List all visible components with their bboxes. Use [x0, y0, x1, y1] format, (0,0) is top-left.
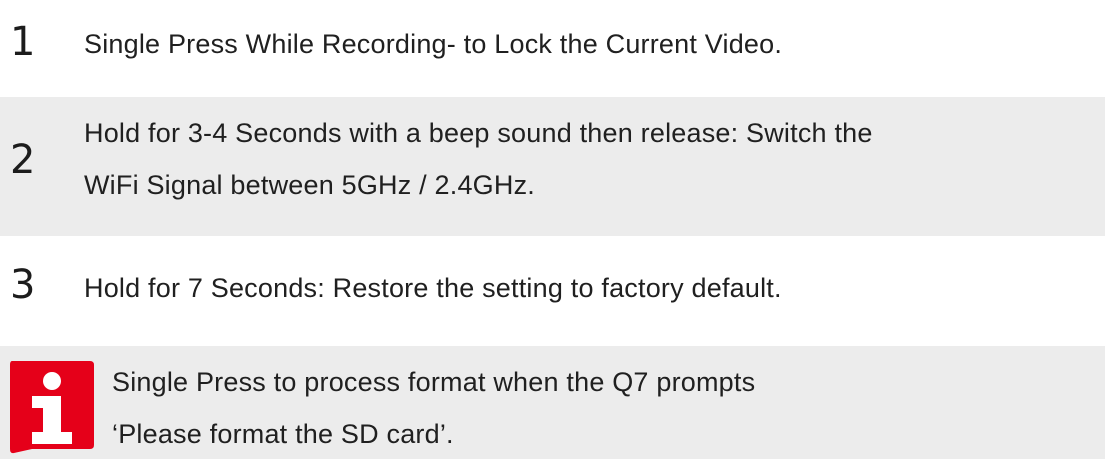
step-number: 3	[10, 262, 36, 308]
step-description: Hold for 7 Seconds: Restore the setting …	[84, 262, 782, 314]
step-line: Hold for 7 Seconds: Restore the setting …	[84, 273, 782, 303]
note-line: ‘Please format the SD card’.	[112, 419, 454, 449]
step-line: WiFi Signal between 5GHz / 2.4GHz.	[84, 170, 535, 200]
step-number: 1	[10, 19, 36, 65]
step-description: Single Press While Recording- to Lock th…	[84, 18, 782, 70]
step-line: Single Press While Recording- to Lock th…	[84, 29, 783, 59]
step-description: Hold for 3-4 Seconds with a beep sound t…	[84, 107, 873, 211]
info-icon	[10, 361, 94, 454]
note-text: Single Press to process format when the …	[112, 356, 755, 460]
note-line: Single Press to process format when the …	[112, 367, 756, 397]
step-number: 2	[10, 137, 36, 183]
step-line: Hold for 3-4 Seconds with a beep sound t…	[84, 118, 873, 148]
